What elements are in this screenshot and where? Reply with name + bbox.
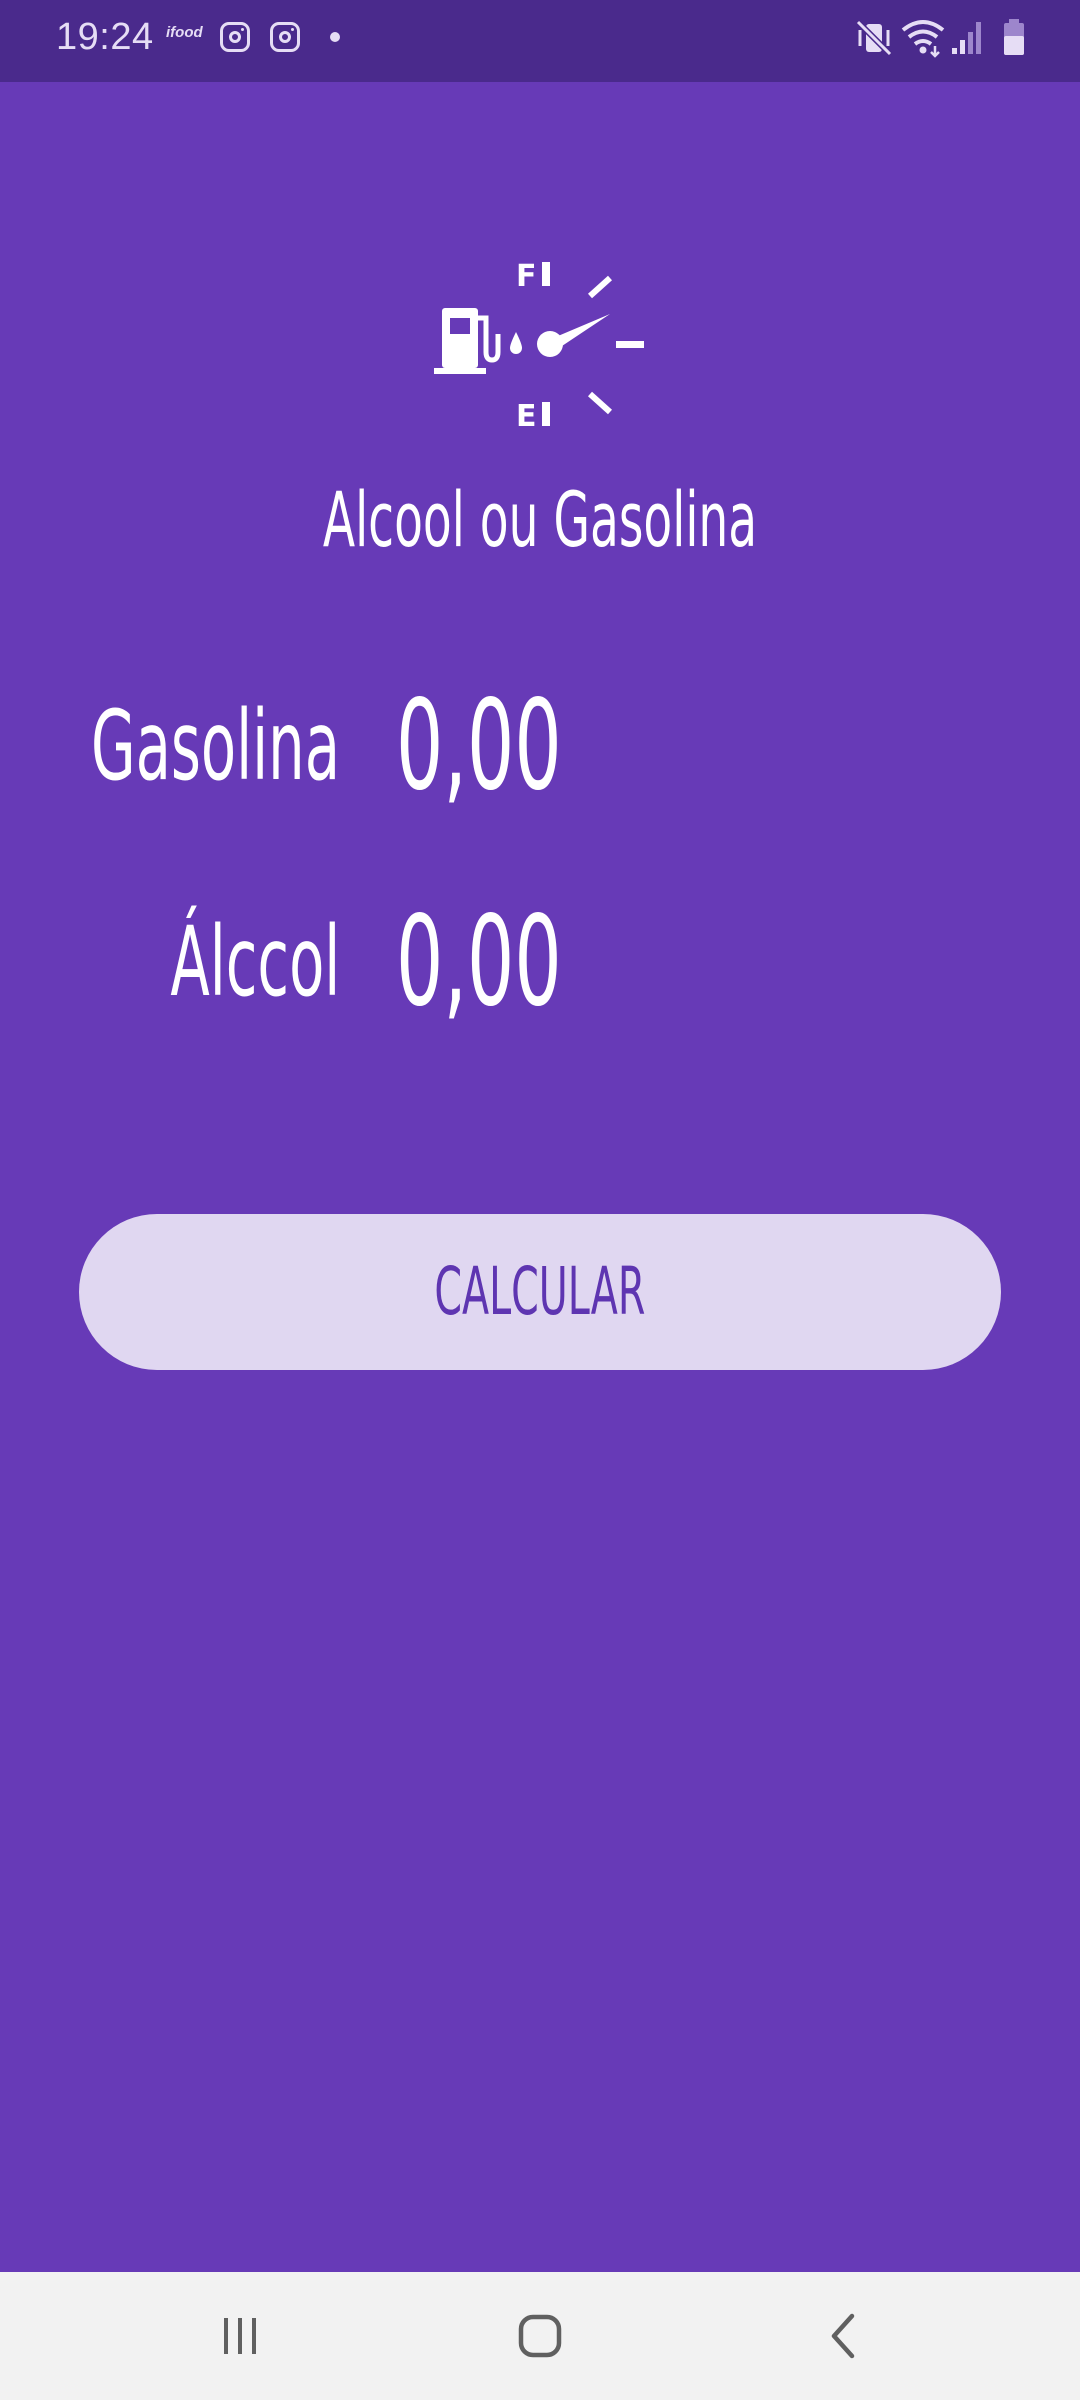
home-icon: [518, 2314, 562, 2358]
gasolina-row: Gasolina: [0, 676, 1080, 816]
navigation-bar: [0, 2272, 1080, 2400]
home-button[interactable]: [480, 2294, 600, 2378]
app-title: Alcool ou Gasolina: [322, 475, 758, 564]
alcool-label: Álccol: [170, 906, 340, 1018]
calculate-button-label: CALCULAR: [434, 1253, 646, 1330]
back-button[interactable]: [784, 2294, 904, 2378]
instagram-icon: [220, 22, 250, 52]
signal-icon: [952, 22, 981, 54]
battery-icon: [1004, 19, 1024, 55]
wifi-icon: [901, 20, 945, 58]
back-icon: [831, 2313, 855, 2359]
gasolina-label: Gasolina: [91, 690, 340, 802]
gasolina-input[interactable]: [396, 676, 732, 816]
vibrate-mute-icon: [856, 19, 892, 57]
status-bar: 19:24 ifood: [0, 0, 1080, 82]
recent-apps-button[interactable]: [180, 2294, 300, 2378]
alcool-input[interactable]: [396, 892, 732, 1032]
alcool-row: Álccol: [0, 892, 1080, 1032]
instagram-icon: [270, 22, 300, 52]
status-time: 19:24: [56, 16, 154, 58]
recent-apps-icon: [224, 2318, 256, 2354]
gauge-full-label: F: [516, 259, 537, 294]
more-notifications-dot: [330, 32, 340, 42]
ifood-icon: ifood: [166, 24, 203, 41]
gauge-empty-label: E: [516, 399, 537, 434]
fuel-gauge-icon: F E: [434, 259, 644, 434]
calculate-button[interactable]: CALCULAR: [79, 1214, 1001, 1370]
